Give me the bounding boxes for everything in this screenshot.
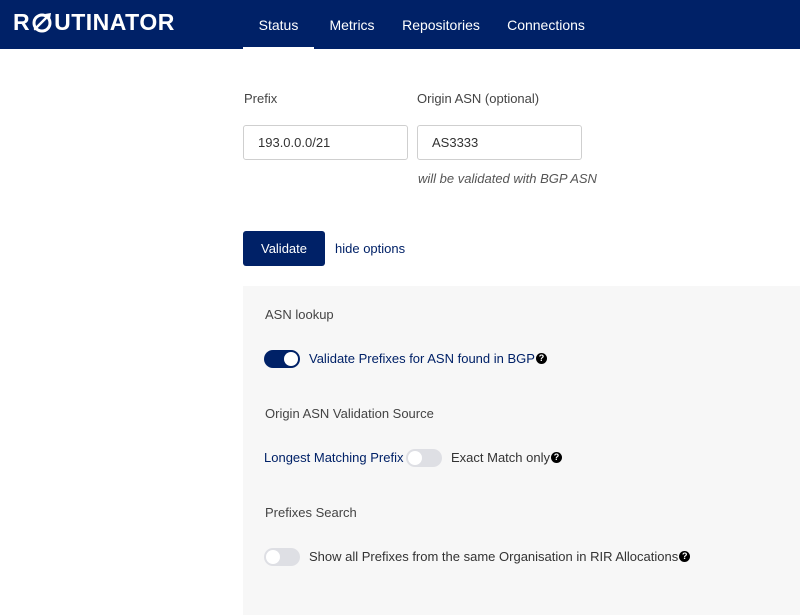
exact-match-option: Exact Match only ? bbox=[451, 450, 562, 465]
origin-asn-input[interactable] bbox=[417, 125, 582, 160]
question-circle-icon[interactable]: ? bbox=[535, 353, 547, 364]
validation-source-title: Origin ASN Validation Source bbox=[265, 406, 434, 421]
asn-lookup-option: Validate Prefixes for ASN found in BGP ? bbox=[309, 351, 547, 366]
origin-asn-label: Origin ASN (optional) bbox=[417, 91, 540, 106]
options-panel: ASN lookup Validate Prefixes for ASN fou… bbox=[243, 286, 800, 615]
asn-hint: will be validated with BGP ASN bbox=[418, 171, 597, 186]
asn-lookup-toggle[interactable] bbox=[264, 350, 300, 368]
tab-status-label: Status bbox=[258, 16, 299, 33]
tab-connections[interactable]: Connections bbox=[503, 0, 589, 49]
tab-metrics-label: Metrics bbox=[329, 16, 375, 33]
logo-text-end: UTINATOR bbox=[54, 8, 175, 35]
tab-repositories[interactable]: Repositories bbox=[397, 0, 485, 49]
prefix-input[interactable] bbox=[243, 125, 408, 160]
toggle-knob bbox=[408, 451, 422, 465]
prefixes-search-toggle[interactable] bbox=[264, 548, 300, 566]
rocket-globe-icon bbox=[31, 11, 53, 33]
validation-source-toggle[interactable] bbox=[406, 449, 442, 467]
logo-text-start: R bbox=[13, 8, 31, 35]
top-navbar: R UTINATOR Status Metrics Repositories C… bbox=[0, 0, 800, 49]
prefixes-search-option: Show all Prefixes from the same Organisa… bbox=[309, 549, 691, 564]
routinator-logo[interactable]: R UTINATOR bbox=[13, 9, 175, 35]
question-circle-icon[interactable]: ? bbox=[679, 551, 691, 562]
tab-connections-label: Connections bbox=[507, 16, 585, 33]
asn-lookup-label: Validate Prefixes for ASN found in BGP bbox=[309, 351, 535, 366]
longest-matching-prefix-label: Longest Matching Prefix bbox=[264, 450, 404, 465]
prefix-label: Prefix bbox=[244, 91, 278, 106]
tab-metrics[interactable]: Metrics bbox=[320, 0, 384, 49]
prefixes-search-label: Show all Prefixes from the same Organisa… bbox=[309, 549, 679, 564]
asn-lookup-title: ASN lookup bbox=[265, 307, 334, 322]
validate-button[interactable]: Validate bbox=[243, 231, 325, 266]
toggle-knob bbox=[284, 352, 298, 366]
hide-options-link[interactable]: hide options bbox=[335, 241, 405, 256]
exact-match-label: Exact Match only bbox=[451, 450, 550, 465]
question-circle-icon[interactable]: ? bbox=[551, 452, 562, 463]
prefixes-search-title: Prefixes Search bbox=[265, 505, 357, 520]
toggle-knob bbox=[266, 550, 280, 564]
tab-repositories-label: Repositories bbox=[402, 16, 480, 33]
tab-status[interactable]: Status bbox=[243, 0, 314, 49]
